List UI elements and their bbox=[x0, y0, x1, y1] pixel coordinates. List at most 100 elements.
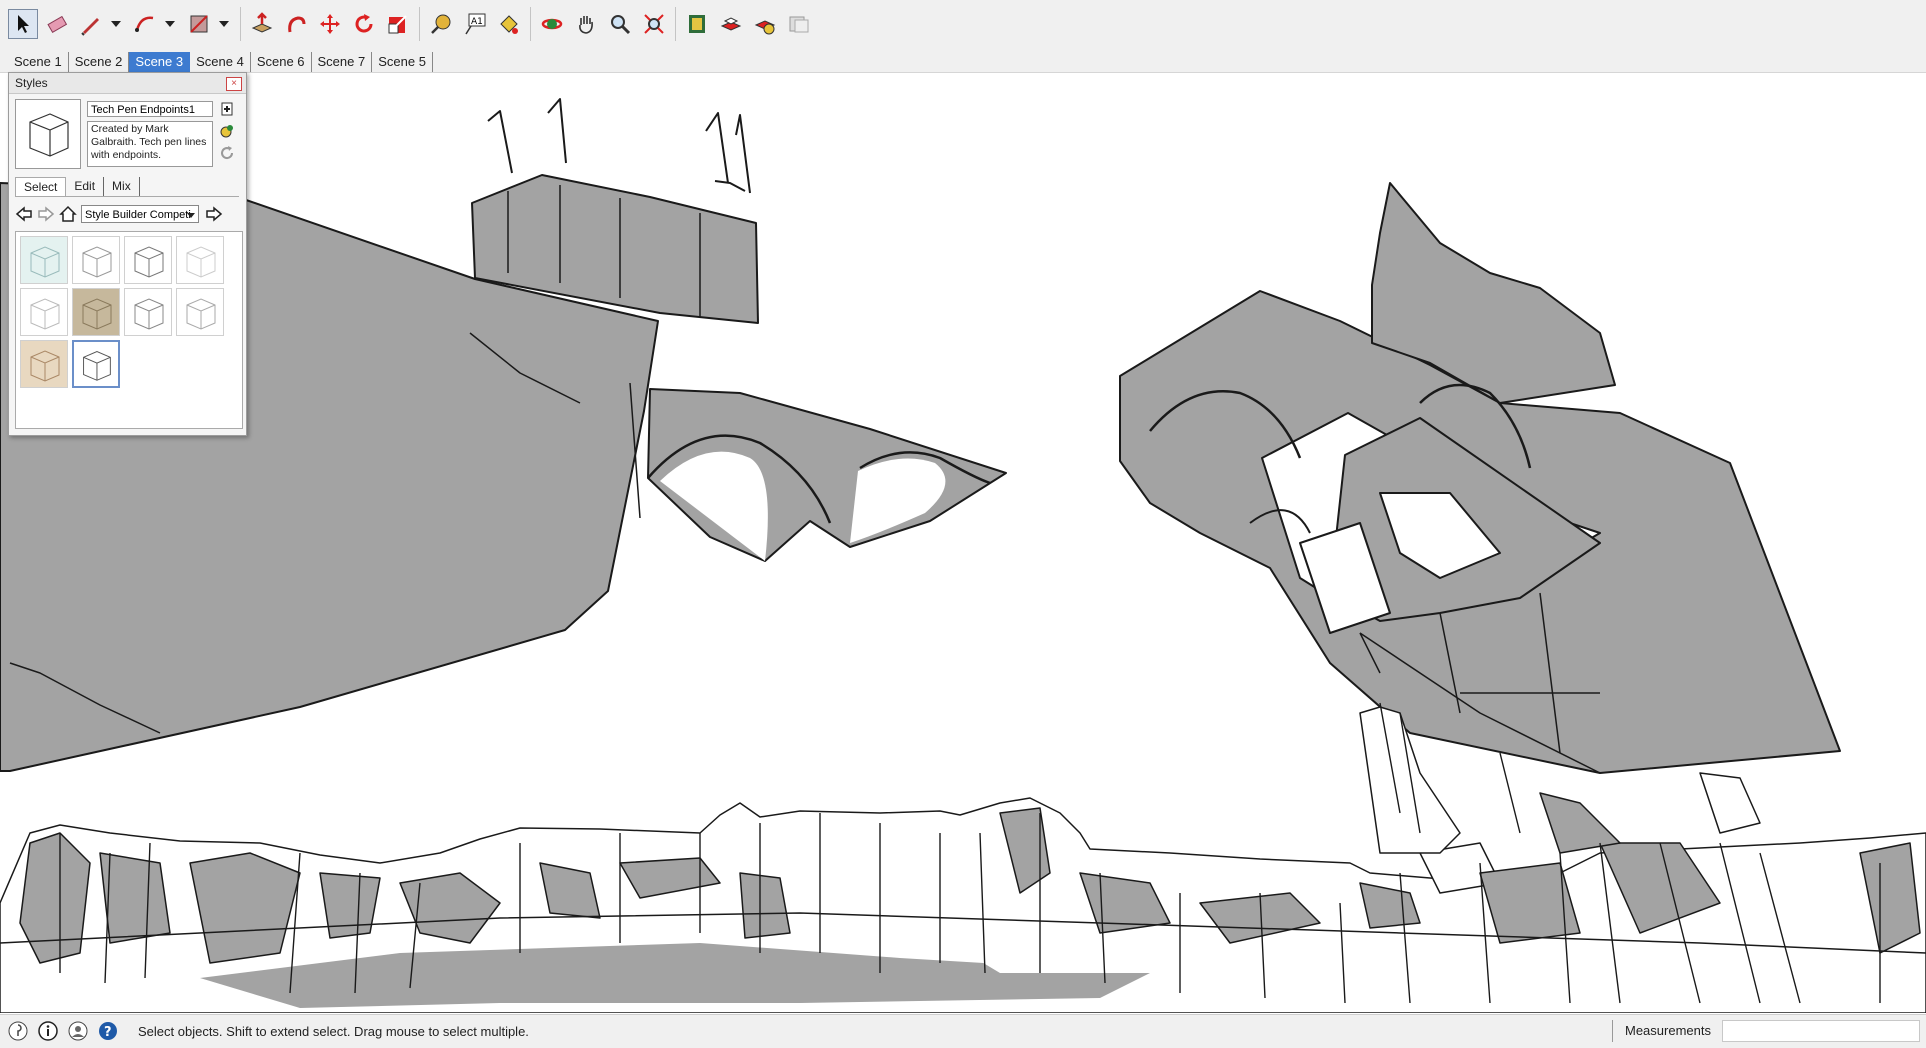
arc-tool-button[interactable] bbox=[130, 9, 160, 39]
orbit-icon bbox=[541, 18, 563, 30]
cube-icon bbox=[82, 298, 112, 330]
push-pull-tool-button[interactable] bbox=[247, 9, 277, 39]
svg-text:?: ? bbox=[104, 1025, 112, 1040]
model-viewport[interactable] bbox=[0, 73, 1926, 1014]
style-thumbnail-grid bbox=[15, 231, 243, 429]
style-swatch[interactable] bbox=[176, 236, 224, 284]
cube-icon bbox=[30, 246, 60, 278]
styles-nav: Style Builder Competi bbox=[15, 203, 241, 225]
help-icon[interactable]: ? bbox=[98, 1021, 118, 1041]
sketch-model-drawing bbox=[0, 98, 1926, 1014]
styles-panel-title: Styles bbox=[15, 76, 48, 90]
collection-dropdown-value: Style Builder Competi bbox=[85, 209, 191, 221]
collection-dropdown[interactable]: Style Builder Competi bbox=[81, 205, 199, 223]
styles-tabs: Select Edit Mix bbox=[15, 177, 239, 197]
components-icon bbox=[720, 17, 742, 31]
tab-scene-6[interactable]: Scene 6 bbox=[251, 52, 312, 72]
style-swatch[interactable] bbox=[20, 288, 68, 336]
paint-bucket-tool-button[interactable] bbox=[494, 9, 524, 39]
style-swatch[interactable] bbox=[20, 340, 68, 388]
move-arrows-icon bbox=[320, 14, 340, 34]
style-swatch[interactable] bbox=[124, 288, 172, 336]
tab-scene-1[interactable]: Scene 1 bbox=[8, 52, 69, 72]
follow-me-tool-button[interactable] bbox=[281, 9, 311, 39]
rectangle-tool-button[interactable] bbox=[184, 9, 214, 39]
scene-tabs-bar: Scene 1 Scene 2 Scene 3 Scene 4 Scene 6 … bbox=[0, 50, 1926, 73]
cube-icon bbox=[30, 298, 60, 330]
credits-icon[interactable] bbox=[38, 1021, 58, 1041]
measurements-input[interactable] bbox=[1722, 1020, 1920, 1042]
send-to-layout-button[interactable] bbox=[784, 9, 814, 39]
arc-icon bbox=[135, 16, 154, 32]
eraser-tool-button[interactable] bbox=[42, 9, 72, 39]
line-tool-button[interactable] bbox=[76, 9, 106, 39]
text-tool-button[interactable]: A1 bbox=[460, 9, 490, 39]
update-style-button[interactable] bbox=[219, 123, 235, 139]
measurements-label: Measurements bbox=[1612, 1020, 1711, 1042]
style-name-field[interactable]: Tech Pen Endpoints1 bbox=[87, 101, 213, 117]
warehouse-icon bbox=[689, 15, 705, 33]
user-account-icon[interactable] bbox=[68, 1021, 88, 1041]
main-toolbar: A1 bbox=[0, 0, 1926, 51]
pan-tool-button[interactable] bbox=[571, 9, 601, 39]
create-style-button[interactable] bbox=[219, 101, 235, 117]
right-building-model bbox=[1119, 182, 1841, 774]
help-question-icon: ? bbox=[99, 1022, 117, 1040]
move-tool-button[interactable] bbox=[315, 9, 345, 39]
tab-edit[interactable]: Edit bbox=[66, 177, 105, 196]
details-arrow-icon[interactable] bbox=[205, 205, 223, 223]
zoom-extents-tool-button[interactable] bbox=[639, 9, 669, 39]
tab-scene-4[interactable]: Scene 4 bbox=[190, 52, 251, 72]
zoom-tool-button[interactable] bbox=[605, 9, 635, 39]
styles-panel-header[interactable]: Styles × bbox=[9, 73, 246, 94]
style-swatch-selected[interactable] bbox=[72, 340, 120, 388]
cube-icon bbox=[186, 246, 216, 278]
tape-measure-icon bbox=[431, 14, 451, 34]
hand-icon bbox=[579, 16, 593, 34]
update-icon bbox=[220, 125, 233, 138]
scale-tool-button[interactable] bbox=[383, 9, 413, 39]
plus-icon bbox=[221, 102, 233, 116]
style-description-field[interactable]: Created by Mark Galbraith. Tech pen line… bbox=[87, 121, 213, 167]
rotate-tool-button[interactable] bbox=[349, 9, 379, 39]
forward-arrow-icon[interactable] bbox=[37, 205, 55, 223]
cube-icon bbox=[134, 246, 164, 278]
refresh-button[interactable] bbox=[219, 145, 235, 161]
extensions-button[interactable] bbox=[750, 9, 780, 39]
user-icon bbox=[68, 1021, 88, 1041]
tab-scene-7[interactable]: Scene 7 bbox=[312, 52, 373, 72]
cube-icon bbox=[186, 298, 216, 330]
tab-scene-5[interactable]: Scene 5 bbox=[372, 52, 433, 72]
toolbar-separator bbox=[240, 7, 241, 41]
text-label-icon: A1 bbox=[465, 13, 486, 35]
tab-scene-2[interactable]: Scene 2 bbox=[69, 52, 130, 72]
home-icon[interactable] bbox=[59, 205, 77, 223]
line-dropdown[interactable] bbox=[110, 9, 122, 39]
cube-icon bbox=[83, 351, 111, 381]
back-arrow-icon[interactable] bbox=[15, 205, 33, 223]
style-swatch[interactable] bbox=[72, 236, 120, 284]
tape-measure-tool-button[interactable] bbox=[426, 9, 456, 39]
magnifier-icon bbox=[611, 15, 631, 35]
cube-icon bbox=[134, 298, 164, 330]
style-swatch[interactable] bbox=[176, 288, 224, 336]
style-swatch[interactable] bbox=[72, 288, 120, 336]
tab-scene-3[interactable]: Scene 3 bbox=[129, 52, 191, 72]
zoom-extents-icon bbox=[644, 14, 664, 34]
warehouse-button[interactable] bbox=[682, 9, 712, 39]
orbit-tool-button[interactable] bbox=[537, 9, 567, 39]
components-button[interactable] bbox=[716, 9, 746, 39]
select-tool-button[interactable] bbox=[8, 9, 38, 39]
style-swatch[interactable] bbox=[20, 236, 68, 284]
geo-location-icon[interactable] bbox=[8, 1021, 28, 1041]
cube-icon bbox=[30, 350, 60, 382]
rectangle-dropdown[interactable] bbox=[218, 9, 230, 39]
arc-dropdown[interactable] bbox=[164, 9, 176, 39]
tab-mix[interactable]: Mix bbox=[104, 177, 140, 196]
close-icon[interactable]: × bbox=[226, 77, 242, 91]
cube-icon bbox=[82, 246, 112, 278]
style-swatch[interactable] bbox=[124, 236, 172, 284]
tab-select[interactable]: Select bbox=[15, 177, 67, 196]
style-side-buttons bbox=[219, 101, 239, 167]
styles-panel: Styles × Tech Pen Endpoints1 Created by … bbox=[8, 72, 247, 436]
